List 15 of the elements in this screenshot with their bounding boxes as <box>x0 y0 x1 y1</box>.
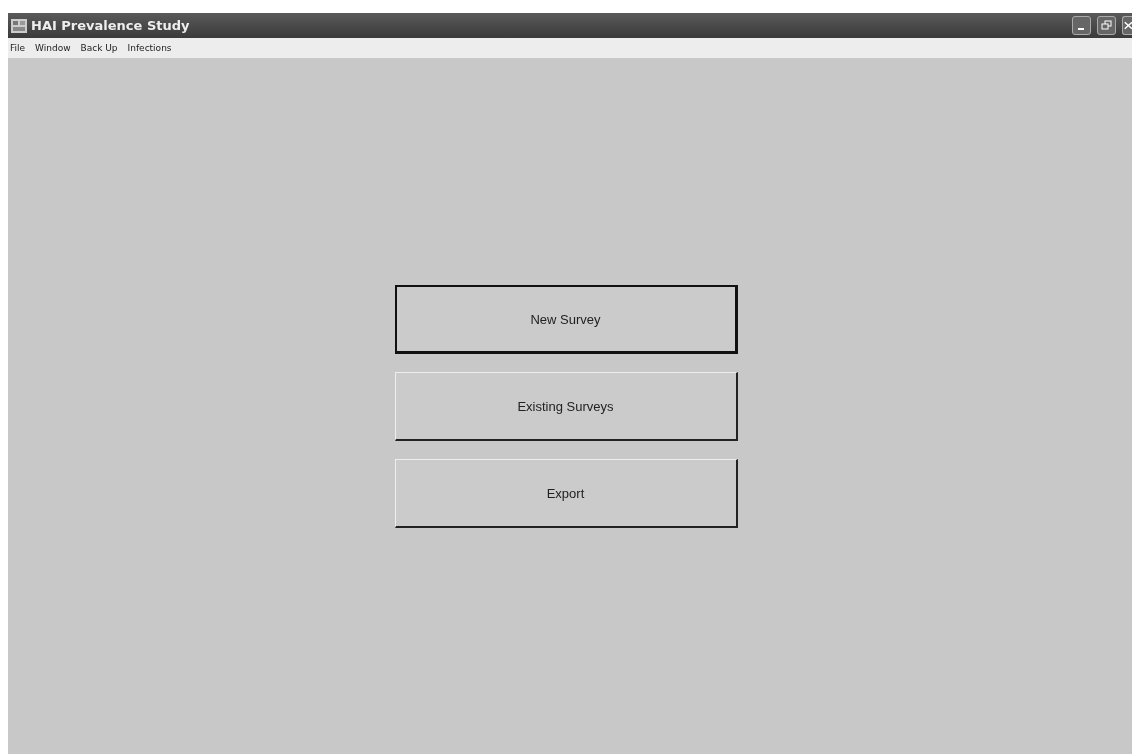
menu-item[interactable]: Window <box>35 43 71 53</box>
minimize-button[interactable] <box>1072 16 1091 35</box>
restore-icon <box>1101 20 1112 31</box>
minimize-icon <box>1077 28 1084 30</box>
menu-item[interactable]: File <box>10 43 26 53</box>
window-icon <box>11 18 27 33</box>
menu-item[interactable]: Back Up <box>80 43 118 53</box>
close-icon <box>1123 20 1132 31</box>
action-button[interactable]: New Survey <box>394 285 738 354</box>
action-button[interactable]: Existing Surveys <box>394 372 738 441</box>
restore-button[interactable] <box>1097 16 1116 35</box>
menu-item[interactable]: Infections <box>127 43 172 53</box>
action-button[interactable]: Export <box>394 459 738 528</box>
window-title: HAI Prevalence Study <box>31 18 191 33</box>
close-button[interactable] <box>1122 16 1132 35</box>
